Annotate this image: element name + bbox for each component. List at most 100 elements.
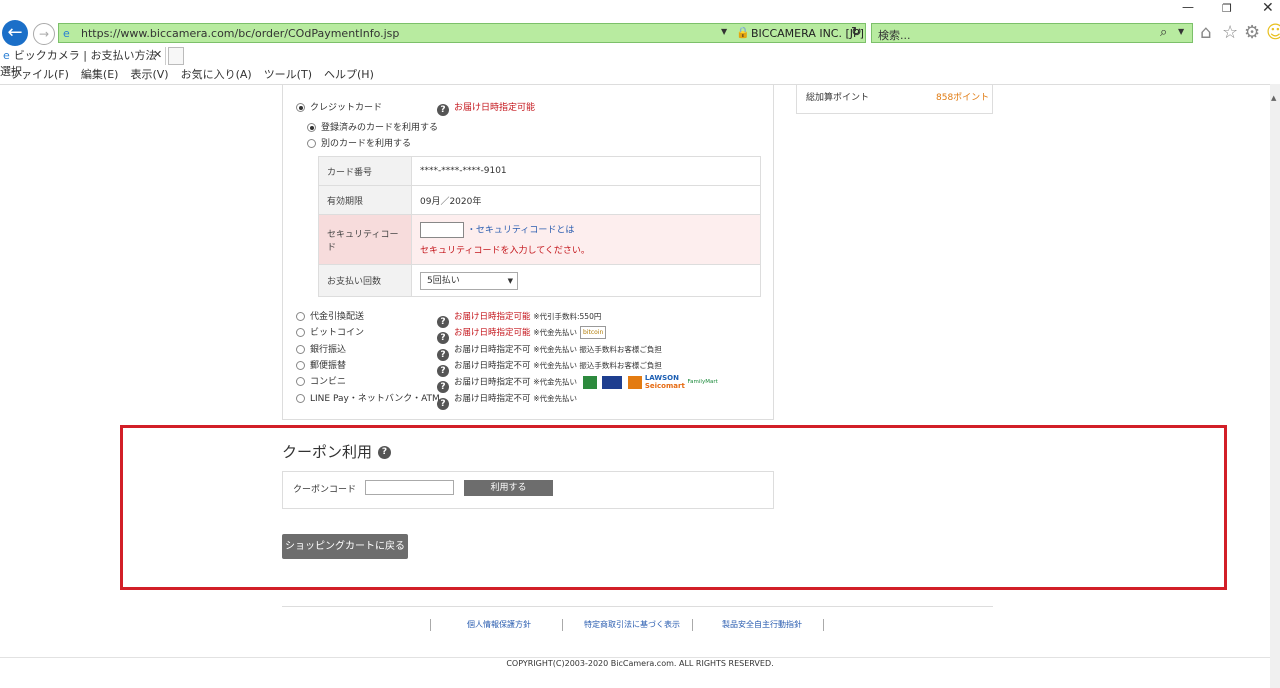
cod-radio[interactable]: [296, 312, 305, 321]
installments-cell: 5回払い ▼: [411, 264, 761, 297]
footer-separator: [692, 619, 693, 631]
points-label: 総加算ポイント: [806, 93, 870, 103]
lawson-logo-text: LAWSON: [644, 374, 679, 382]
lock-icon[interactable]: 🔒: [736, 26, 750, 39]
expiry-value: 09月／2020年: [411, 185, 761, 215]
expiry-label: 有効期限: [318, 185, 412, 215]
close-window-button[interactable]: ✕: [1262, 0, 1274, 16]
credit-card-radio[interactable]: [296, 103, 305, 112]
browser-tab[interactable]: e ビックカメラ | お支払い方法選択 ✕: [0, 47, 166, 78]
payment-method-bitcoin[interactable]: ビットコイン: [296, 325, 364, 341]
restore-button[interactable]: ❐: [1222, 2, 1232, 15]
use-registered-radio[interactable]: [307, 123, 316, 132]
use-registered-label: 登録済みのカードを利用する: [321, 123, 439, 133]
footer-link-privacy[interactable]: 個人情報保護方針: [467, 619, 531, 630]
lawson-seicomart-logo: LAWSON Seicomart: [645, 374, 685, 390]
payment-method-cod[interactable]: 代金引換配送: [296, 309, 364, 325]
apply-coupon-button[interactable]: 利用する: [464, 480, 553, 496]
postal-help-icon[interactable]: ?: [437, 364, 449, 377]
footer-separator: [430, 619, 431, 631]
installments-value: 5回払い: [427, 275, 460, 286]
line-pay-note: お届け日時指定不可: [454, 394, 531, 404]
familymart-logo-text: FamilyMart: [687, 379, 718, 385]
convenience-extra: ※代金先払い: [533, 377, 578, 387]
tab-favicon-icon: e: [3, 49, 10, 62]
installments-row: お支払い回数 5回払い ▼: [318, 264, 761, 297]
daily-yamazaki-logo-icon: [628, 375, 643, 389]
payment-method-convenience[interactable]: コンビニ: [296, 374, 346, 390]
points-value: 858ポイント: [936, 93, 990, 103]
security-code-input[interactable]: [420, 221, 464, 238]
footer-link-commerce-law[interactable]: 特定商取引法に基づく表示: [584, 619, 680, 630]
home-icon[interactable]: ⌂: [1200, 22, 1211, 43]
scroll-up-arrow-icon[interactable]: ▲: [1271, 94, 1276, 102]
footer-divider-bottom: [0, 657, 1280, 658]
postal-note: お届け日時指定不可: [454, 361, 531, 371]
cod-help-icon[interactable]: ?: [437, 315, 449, 328]
footer-link-product-safety[interactable]: 製品安全自主行動指針: [722, 619, 802, 630]
menu-tools[interactable]: ツール(T): [264, 68, 312, 81]
site-identity[interactable]: BICCAMERA INC. [JP]: [751, 27, 864, 40]
search-icon[interactable]: ⌕: [1160, 25, 1167, 40]
seven-eleven-logo-icon: [582, 375, 597, 389]
address-bar[interactable]: e https://www.biccamera.com/bc/order/COd…: [58, 23, 866, 43]
credit-card-note: お届け日時指定可能: [454, 103, 536, 113]
menu-file[interactable]: ファイル(F): [10, 68, 69, 81]
feedback-smiley-icon[interactable]: ☺: [1266, 22, 1280, 43]
minimize-button[interactable]: —: [1182, 0, 1194, 14]
credit-card-option[interactable]: クレジットカード: [296, 100, 382, 113]
use-registered-card-option[interactable]: 登録済みのカードを利用する: [307, 120, 438, 133]
use-other-radio[interactable]: [307, 139, 316, 148]
coupon-help-icon[interactable]: ?: [378, 446, 391, 459]
favorites-star-icon[interactable]: ☆: [1222, 22, 1238, 43]
convenience-radio[interactable]: [296, 377, 305, 386]
payment-method-line-pay[interactable]: LINE Pay・ネットバンク・ATM: [296, 391, 440, 407]
bitcoin-label: ビットコイン: [310, 328, 365, 338]
installments-select[interactable]: 5回払い ▼: [420, 271, 518, 290]
security-code-link[interactable]: ・セキュリティコードとは: [467, 225, 574, 235]
line-pay-radio[interactable]: [296, 394, 305, 403]
cod-note: お届け日時指定可能: [454, 312, 531, 322]
line-pay-notes: お届け日時指定不可 ※代金先払い: [454, 391, 577, 407]
credit-card-label: クレジットカード: [310, 103, 383, 113]
bitcoin-logo: bitcoin: [580, 326, 607, 339]
footer-separator: [562, 619, 563, 631]
bank-notes: お届け日時指定不可 ※代金先払い 振込手数料お客様ご負担: [454, 342, 662, 358]
menu-edit[interactable]: 編集(E): [81, 68, 119, 81]
menu-favorites[interactable]: お気に入り(A): [181, 68, 252, 81]
copyright-text: COPYRIGHT(C)2003-2020 BicCamera.com. ALL…: [506, 659, 774, 668]
bank-radio[interactable]: [296, 345, 305, 354]
address-dropdown-icon[interactable]: ▼: [721, 27, 727, 36]
line-pay-help-icon[interactable]: ?: [437, 397, 449, 410]
expiry-row: 有効期限 09月／2020年: [318, 185, 761, 215]
bank-help-icon[interactable]: ?: [437, 348, 449, 361]
use-other-card-option[interactable]: 別のカードを利用する: [307, 136, 411, 149]
footer-links: 個人情報保護方針 特定商取引法に基づく表示 製品安全自主行動指針: [282, 619, 993, 633]
refresh-icon[interactable]: ↻: [851, 25, 862, 40]
new-tab-button[interactable]: [168, 47, 184, 65]
menu-view[interactable]: 表示(V): [130, 68, 168, 81]
card-number-value: ****-****-****-9101: [411, 156, 761, 186]
credit-card-help-icon[interactable]: ?: [437, 103, 449, 116]
points-summary: 総加算ポイント 858ポイント: [796, 84, 993, 114]
bitcoin-radio[interactable]: [296, 328, 305, 337]
cod-label: 代金引換配送: [310, 312, 365, 322]
search-dropdown-icon[interactable]: ▼: [1178, 27, 1184, 36]
forward-button[interactable]: →: [33, 23, 55, 45]
search-placeholder: 検索...: [878, 29, 911, 42]
close-tab-icon[interactable]: ✕: [153, 48, 162, 61]
card-details-table: カード番号 ****-****-****-9101 有効期限 09月／2020年…: [318, 156, 761, 297]
bitcoin-help-icon[interactable]: ?: [437, 331, 449, 344]
search-box[interactable]: 検索... ⌕ ▼: [871, 23, 1193, 43]
back-button[interactable]: ←: [2, 20, 28, 46]
convenience-note: お届け日時指定不可: [454, 377, 531, 388]
payment-method-bank[interactable]: 銀行振込: [296, 342, 346, 358]
menu-help[interactable]: ヘルプ(H): [324, 68, 374, 81]
vertical-scrollbar[interactable]: [1270, 84, 1280, 688]
postal-radio[interactable]: [296, 361, 305, 370]
cod-extra: ※代引手数料:550円: [533, 312, 602, 321]
settings-gear-icon[interactable]: ⚙: [1244, 22, 1260, 43]
back-to-cart-button[interactable]: ショッピングカートに戻る: [282, 534, 408, 559]
payment-method-postal[interactable]: 郵便振替: [296, 358, 346, 374]
coupon-code-input[interactable]: [365, 480, 454, 495]
